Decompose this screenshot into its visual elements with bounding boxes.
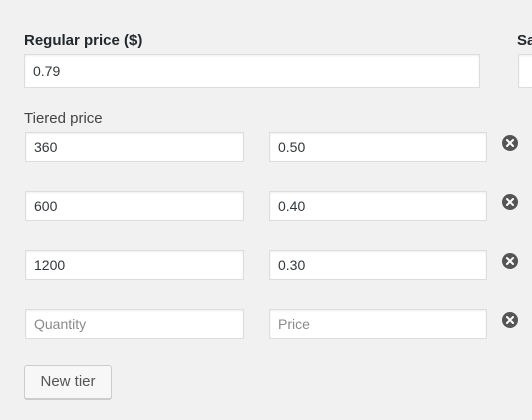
tier-price-input[interactable] [269, 191, 487, 221]
new-tier-button[interactable]: New tier [24, 365, 112, 399]
tier-price-input[interactable] [269, 132, 487, 162]
sale-price-input[interactable] [518, 54, 532, 88]
tier-price-input[interactable] [269, 250, 487, 280]
tier-quantity-input[interactable] [25, 250, 244, 280]
tier-quantity-input[interactable] [25, 309, 244, 339]
tier-quantity-input[interactable] [25, 191, 244, 221]
remove-circle-icon[interactable] [502, 253, 518, 269]
remove-circle-icon[interactable] [502, 312, 518, 328]
tiered-price-label: Tiered price [24, 110, 103, 127]
remove-circle-icon[interactable] [502, 194, 518, 210]
tier-quantity-input[interactable] [25, 132, 244, 162]
sale-price-label: Sa [517, 32, 532, 49]
tier-price-input[interactable] [269, 309, 487, 339]
regular-price-input[interactable] [24, 54, 480, 88]
regular-price-label: Regular price ($) [24, 32, 143, 49]
remove-circle-icon[interactable] [502, 135, 518, 151]
